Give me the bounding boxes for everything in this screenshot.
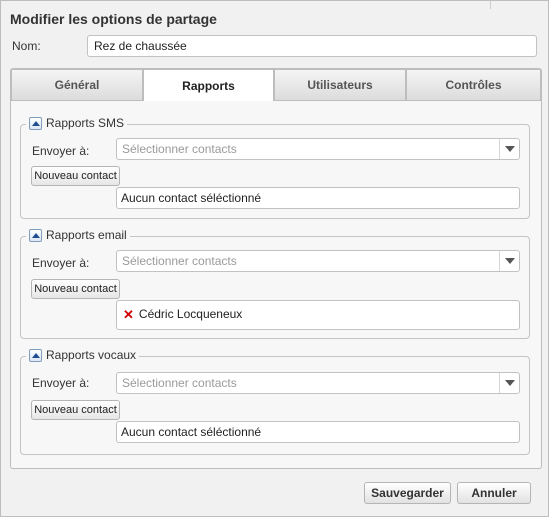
sms-reports-section: Rapports SMS Envoyer à: Sélectionner con… [20, 116, 530, 219]
voice-new-contact-button[interactable]: Nouveau contact [31, 400, 120, 420]
cancel-button[interactable]: Annuler [457, 482, 531, 504]
tab-general[interactable]: Général [11, 69, 143, 100]
voice-reports-legend: Rapports vocaux [26, 348, 140, 362]
voice-selected-contacts: Aucun contact séléctionné [116, 421, 520, 443]
voice-contacts-select[interactable]: Sélectionner contacts [116, 372, 520, 394]
email-new-contact-button[interactable]: Nouveau contact [31, 279, 120, 299]
voice-reports-section: Rapports vocaux Envoyer à: Sélectionner … [20, 348, 530, 455]
contact-chip: ✕ Cédric Locqueneux [123, 307, 242, 321]
name-input[interactable] [87, 35, 537, 57]
share-options-dialog: Modifier les options de partage Nom: Gén… [0, 0, 549, 517]
remove-x-icon[interactable]: ✕ [123, 308, 134, 321]
tab-rapports[interactable]: Rapports [143, 69, 274, 101]
tab-strip-line [11, 100, 541, 101]
email-reports-title: Rapports email [46, 228, 127, 242]
sms-send-to-label: Envoyer à: [32, 144, 90, 158]
email-reports-section: Rapports email Envoyer à: Sélectionner c… [20, 228, 530, 339]
name-label: Nom: [12, 39, 41, 53]
email-reports-legend: Rapports email [26, 228, 130, 242]
tab-utilisateurs[interactable]: Utilisateurs [274, 69, 406, 100]
triangle-up-icon[interactable] [29, 348, 42, 362]
dialog-title: Modifier les options de partage [10, 11, 217, 27]
chevron-down-icon[interactable] [499, 373, 519, 393]
email-send-to-label: Envoyer à: [32, 256, 90, 270]
title-divider [490, 1, 491, 9]
sms-select-placeholder: Sélectionner contacts [122, 142, 237, 156]
save-button[interactable]: Sauvegarder [364, 482, 451, 504]
tab-controles[interactable]: Contrôles [406, 69, 541, 100]
contact-name: Cédric Locqueneux [138, 307, 243, 321]
voice-reports-title: Rapports vocaux [46, 348, 137, 362]
email-select-placeholder: Sélectionner contacts [122, 254, 237, 268]
sms-selected-contacts: Aucun contact séléctionné [116, 187, 520, 209]
sms-reports-title: Rapports SMS [46, 116, 125, 130]
voice-no-contact-text: Aucun contact séléctionné [121, 425, 262, 439]
chevron-down-icon[interactable] [499, 251, 519, 271]
sms-contacts-select[interactable]: Sélectionner contacts [116, 138, 520, 160]
sms-reports-legend: Rapports SMS [26, 116, 128, 130]
sms-no-contact-text: Aucun contact séléctionné [121, 191, 262, 205]
chevron-down-icon[interactable] [499, 139, 519, 159]
triangle-up-icon[interactable] [29, 116, 42, 130]
voice-send-to-label: Envoyer à: [32, 376, 90, 390]
triangle-up-icon[interactable] [29, 228, 42, 242]
email-selected-contacts: ✕ Cédric Locqueneux [116, 300, 520, 330]
voice-select-placeholder: Sélectionner contacts [122, 376, 237, 390]
sms-new-contact-button[interactable]: Nouveau contact [31, 166, 120, 186]
email-contacts-select[interactable]: Sélectionner contacts [116, 250, 520, 272]
